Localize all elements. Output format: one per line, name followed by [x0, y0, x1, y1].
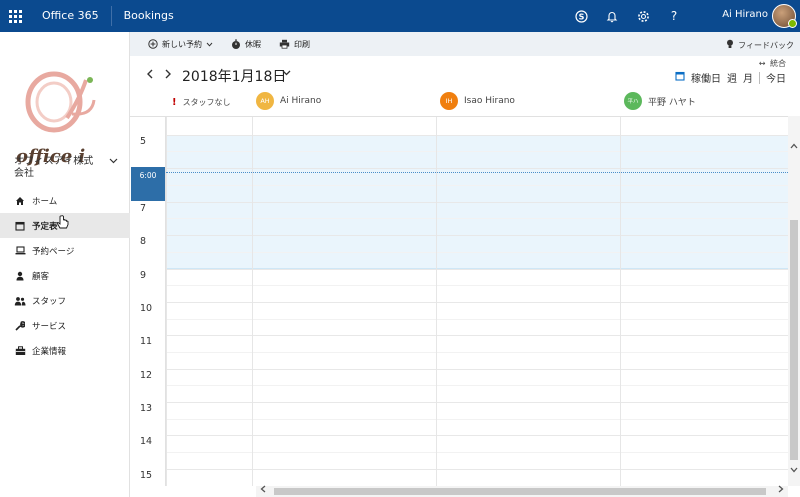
app-name[interactable]: Bookings: [110, 6, 186, 26]
staff-column-header[interactable]: AH Ai Hirano: [256, 92, 321, 110]
view-switcher: 稼働日 週 月 今日: [675, 70, 786, 85]
calendar-icon: [14, 220, 26, 232]
user-name[interactable]: Ai Hirano: [722, 9, 768, 20]
previous-day-button[interactable]: [146, 68, 154, 82]
hour-label: 5: [140, 136, 147, 147]
staff-column-header[interactable]: IH Isao Hirano: [440, 92, 515, 110]
wrench-icon: [14, 320, 26, 332]
company-logo: office i: [12, 50, 116, 170]
command-bar: 新しい予約 休暇 印刷 フィードバック: [130, 32, 800, 56]
staff-header-row: ! スタッフなし AH Ai Hirano IH Isao Hirano 平ハ …: [130, 90, 800, 116]
help-icon[interactable]: ?: [666, 8, 682, 24]
plus-circle-icon: [148, 39, 158, 49]
sidebar-item-label: 顧客: [32, 271, 50, 282]
hour-label: 8: [140, 236, 147, 247]
company-selector[interactable]: オフィスアイ株式会社: [14, 156, 126, 180]
merge-arrows-icon: ↔: [758, 59, 766, 68]
people-icon: [14, 295, 26, 307]
sidebar-item-label: スタッフ: [32, 296, 67, 307]
scroll-down-icon[interactable]: [790, 466, 798, 476]
sidebar-item-home[interactable]: ホーム: [0, 188, 130, 213]
laptop-icon: [14, 245, 26, 257]
view-workday-button[interactable]: 稼働日: [691, 70, 721, 85]
staff-name: Isao Hirano: [464, 96, 515, 106]
sidebar-item-label: 予約ページ: [32, 246, 75, 257]
app-launcher-icon[interactable]: [0, 0, 30, 32]
scroll-left-icon[interactable]: [260, 485, 266, 496]
hour-label: 14: [140, 436, 153, 447]
staff-avatar: IH: [440, 92, 458, 110]
time-column: 5 7 8 9 10 11 12 13 14 15 6:00: [130, 117, 166, 486]
hour-label: 15: [140, 470, 153, 481]
scrollbar-thumb[interactable]: [790, 220, 798, 460]
hour-label: 12: [140, 370, 153, 381]
hour-label: 9: [140, 270, 147, 281]
svg-text:S: S: [578, 12, 584, 21]
horizontal-scrollbar[interactable]: [256, 485, 788, 497]
view-month-button[interactable]: 月: [743, 70, 753, 85]
person-icon: [14, 270, 26, 282]
gear-icon[interactable]: [635, 8, 651, 24]
date-title[interactable]: 2018年1月18日: [182, 66, 286, 86]
sidebar-item-customers[interactable]: 顧客: [0, 263, 130, 288]
sidebar-item-label: 企業情報: [32, 346, 67, 357]
chevron-down-icon: [109, 156, 118, 168]
sidebar-item-booking-page[interactable]: 予約ページ: [0, 238, 130, 263]
scroll-right-icon[interactable]: [778, 485, 784, 496]
company-name: オフィスアイ株式会社: [14, 156, 94, 179]
hand-cursor-icon: [56, 215, 70, 231]
staff-column-header[interactable]: 平ハ 平野 ハヤト: [624, 92, 696, 110]
calendar-grid[interactable]: 5 7 8 9 10 11 12 13 14 15 6:00: [130, 116, 788, 486]
nav-list: ホーム 予定表 予約ページ 顧客 スタッフ サービス 企業情報: [0, 188, 130, 363]
vertical-scrollbar[interactable]: [788, 116, 800, 486]
sidebar-item-staff[interactable]: スタッフ: [0, 288, 130, 313]
suite-name[interactable]: Office 365: [30, 6, 111, 26]
view-week-button[interactable]: 週: [727, 70, 737, 85]
staff-name: 平野 ハヤト: [648, 97, 696, 108]
no-staff-column-header[interactable]: ! スタッフなし: [172, 97, 231, 108]
staff-name: Ai Hirano: [280, 96, 322, 106]
sidebar-item-label: ホーム: [32, 196, 58, 207]
sidebar-item-label: 予定表: [32, 221, 58, 232]
printer-icon: [279, 39, 290, 49]
stopwatch-icon: [231, 39, 241, 50]
print-button[interactable]: 印刷: [279, 39, 310, 50]
time-off-button[interactable]: 休暇: [231, 39, 261, 50]
feedback-button[interactable]: フィードバック: [726, 39, 794, 51]
skype-icon[interactable]: S: [573, 8, 589, 24]
next-day-button[interactable]: [164, 68, 172, 82]
calendar-view-icon[interactable]: [675, 71, 685, 84]
date-navigation: 2018年1月18日 ↔ 統合 稼働日 週 月 今日: [130, 56, 800, 90]
scroll-up-icon[interactable]: [790, 142, 798, 152]
scrollbar-thumb[interactable]: [274, 488, 766, 495]
hour-label: 7: [140, 203, 147, 214]
today-button[interactable]: 今日: [766, 70, 786, 85]
lightbulb-icon: [726, 39, 734, 51]
new-booking-button[interactable]: 新しい予約: [148, 39, 213, 50]
current-time-marker: 6:00: [131, 167, 165, 201]
sidebar-item-calendar[interactable]: 予定表: [0, 213, 130, 238]
chevron-down-icon: [206, 40, 213, 49]
staff-avatar: 平ハ: [624, 92, 642, 110]
hour-label: 11: [140, 336, 153, 347]
briefcase-icon: [14, 345, 26, 357]
top-bar: Office 365 Bookings S ? Ai Hirano: [0, 0, 800, 32]
sidebar-item-business-info[interactable]: 企業情報: [0, 338, 130, 363]
hour-label: 13: [140, 403, 153, 414]
divider: [759, 71, 760, 84]
chevron-down-icon[interactable]: [282, 68, 291, 79]
merge-button[interactable]: ↔ 統合: [759, 58, 786, 69]
home-icon: [14, 195, 26, 207]
staff-avatar: AH: [256, 92, 274, 110]
sidebar-item-services[interactable]: サービス: [0, 313, 130, 338]
exclamation-icon: !: [172, 97, 177, 108]
current-time-line: [166, 172, 788, 173]
sidebar-item-label: サービス: [32, 321, 67, 332]
user-avatar[interactable]: [772, 4, 797, 28]
hour-label: 10: [140, 303, 153, 314]
bell-icon[interactable]: [604, 8, 620, 24]
